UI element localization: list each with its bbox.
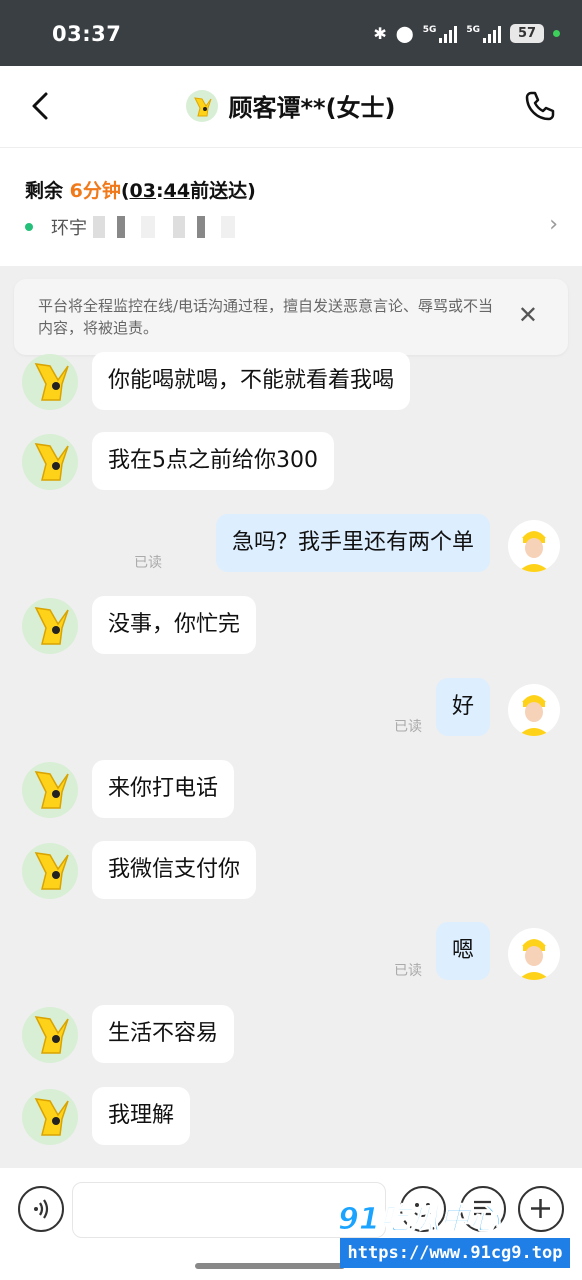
address-redacted [93, 216, 243, 238]
battery-icon: 57 [510, 24, 544, 43]
order-card[interactable]: 剩余 6分钟(03:44前送达) 环宇 › [0, 148, 582, 266]
chevron-right-icon[interactable]: › [549, 212, 558, 237]
status-time: 03:37 [52, 22, 122, 46]
bluetooth-icon: ✱ [373, 24, 387, 43]
customer-avatar[interactable] [22, 354, 78, 410]
status-bar: 03:37 ✱ ⬤ 5G 5G 57 [0, 0, 582, 66]
address-text: 环宇 [51, 218, 87, 239]
customer-avatar[interactable] [22, 1089, 78, 1145]
delivery-remaining: 剩余 6分钟(03:44前送达) [25, 180, 256, 202]
message-bubble[interactable]: 好 [435, 678, 490, 736]
customer-avatar[interactable] [22, 434, 78, 490]
customer-avatar[interactable] [22, 843, 78, 899]
watermark-url: https://www.91cg9.top [340, 1238, 570, 1268]
watermark-logo: 91吃瓜中心 [338, 1202, 501, 1238]
plus-icon[interactable] [518, 1186, 564, 1232]
rider-avatar[interactable] [508, 520, 560, 572]
location-icon: ⬤ [395, 24, 414, 43]
message-bubble[interactable]: 你能喝就喝，不能就看着我喝 [92, 352, 411, 410]
message-bubble[interactable]: 嗯 [435, 922, 490, 980]
message-bubble[interactable]: 生活不容易 [92, 1005, 235, 1063]
voice-icon[interactable] [18, 1186, 64, 1232]
message-bubble[interactable]: 急吗？我手里还有两个单 [215, 514, 490, 572]
rider-avatar[interactable] [508, 684, 560, 736]
read-status: 已读 [394, 719, 422, 735]
customer-avatar-small [186, 89, 219, 122]
title-group: 顾客谭**(女士) [0, 88, 582, 123]
privacy-indicator-dot [553, 30, 560, 37]
rider-avatar[interactable] [508, 928, 560, 980]
page-title: 顾客谭**(女士) [228, 94, 396, 122]
chat-header: 顾客谭**(女士) [0, 66, 582, 148]
customer-avatar[interactable] [22, 598, 78, 654]
home-indicator[interactable] [195, 1263, 345, 1269]
status-icons: ✱ ⬤ 5G 5G 57 [373, 24, 560, 43]
notice-text: 平台将全程监控在线/电话沟通过程，擅自发送恶意言论、辱骂或不当内容，将被追责。 [38, 297, 494, 337]
message-bubble[interactable]: 我微信支付你 [92, 841, 257, 899]
message-bubble[interactable]: 我在5点之前给你300 [92, 432, 334, 490]
close-icon[interactable]: ✕ [518, 301, 538, 329]
phone-icon[interactable] [522, 88, 558, 124]
customer-avatar[interactable] [22, 1007, 78, 1063]
platform-notice: 平台将全程监控在线/电话沟通过程，擅自发送恶意言论、辱骂或不当内容，将被追责。 … [14, 279, 568, 355]
signal-icon-2: 5G [466, 25, 501, 43]
read-status: 已读 [134, 555, 162, 571]
message-bubble[interactable]: 我理解 [92, 1087, 191, 1145]
read-status: 已读 [394, 963, 422, 979]
signal-icon-1: 5G [423, 25, 458, 43]
address-dot-icon [25, 223, 33, 231]
customer-avatar[interactable] [22, 762, 78, 818]
message-bubble[interactable]: 来你打电话 [92, 760, 235, 818]
message-bubble[interactable]: 没事，你忙完 [92, 596, 257, 654]
delivery-address: 环宇 [25, 214, 243, 240]
